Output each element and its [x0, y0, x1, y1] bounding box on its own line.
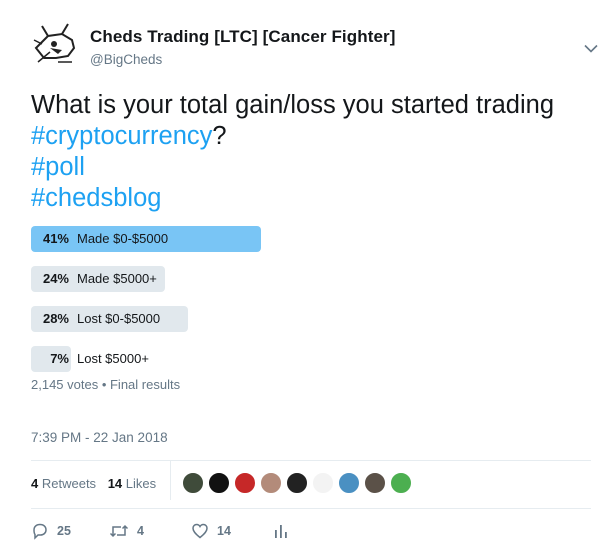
- likes-label: Likes: [125, 476, 157, 491]
- heart-icon: [192, 523, 208, 539]
- author-display-name[interactable]: Cheds Trading [LTC] [Cancer Fighter]: [90, 27, 396, 47]
- bull-sketch-avatar-icon[interactable]: [28, 18, 82, 72]
- author-block: Cheds Trading [LTC] [Cancer Fighter] @Bi…: [90, 27, 396, 67]
- poll-meta: 2,145 votes • Final results: [31, 377, 181, 392]
- divider: [31, 508, 591, 509]
- divider: [31, 460, 591, 461]
- poll-option-label: Made $5000+: [77, 271, 157, 286]
- poll-option-percent: 28%: [42, 311, 69, 326]
- poll-option-percent: 7%: [50, 351, 69, 366]
- reply-button[interactable]: 25: [31, 520, 71, 542]
- retweets-stat[interactable]: 4 Retweets: [31, 476, 96, 491]
- chevron-down-icon[interactable]: [584, 44, 598, 54]
- tweet-text-start: What is your total gain/loss you started…: [31, 91, 555, 119]
- liker-avatar[interactable]: [390, 472, 412, 494]
- liker-avatar[interactable]: [234, 472, 256, 494]
- retweet-count: 4: [137, 524, 144, 538]
- poll-option: 24% Made $5000+: [31, 266, 501, 292]
- poll-option: 7% Lost $5000+: [31, 346, 501, 372]
- poll-option-percent: 41%: [42, 231, 69, 246]
- poll: 41% Made $0-$5000 24% Made $5000+ 28% Lost $0…: [31, 226, 501, 386]
- tweet-header: Cheds Trading [LTC] [Cancer Fighter] @Bi…: [28, 18, 598, 74]
- author-handle[interactable]: @BigCheds: [90, 52, 396, 67]
- poll-option-percent: 24%: [42, 271, 69, 286]
- reply-count: 25: [57, 524, 71, 538]
- reply-icon: [33, 523, 47, 540]
- hashtag-poll-link[interactable]: #poll: [31, 153, 85, 181]
- tweet-text: What is your total gain/loss you started…: [31, 90, 571, 214]
- hashtag-cryptocurrency-link[interactable]: #cryptocurrency: [31, 122, 212, 150]
- hashtag-chedsblog-link[interactable]: #chedsblog: [31, 184, 161, 212]
- liker-avatar[interactable]: [260, 472, 282, 494]
- liker-avatar[interactable]: [364, 472, 386, 494]
- poll-option-label: Lost $5000+: [77, 351, 149, 366]
- tweet-actions: 25 4 14: [31, 520, 331, 542]
- poll-option: 28% Lost $0-$5000: [31, 306, 501, 332]
- poll-option-label: Made $0-$5000: [77, 231, 169, 246]
- analytics-bars-icon: [275, 525, 287, 538]
- likes-count: 14: [107, 476, 123, 491]
- tweet-timestamp[interactable]: 7:39 PM - 22 Jan 2018: [31, 430, 168, 445]
- liker-avatar[interactable]: [208, 472, 230, 494]
- retweets-label: Retweets: [41, 476, 97, 491]
- liker-avatar[interactable]: [312, 472, 334, 494]
- retweet-icon: [109, 524, 129, 538]
- liker-avatar[interactable]: [286, 472, 308, 494]
- retweets-count: 4: [31, 476, 39, 491]
- like-button[interactable]: 14: [191, 520, 231, 542]
- liker-avatar[interactable]: [182, 472, 204, 494]
- stats-separator: [170, 460, 171, 500]
- retweet-button[interactable]: 4: [109, 520, 144, 542]
- likes-stat[interactable]: 14 Likes: [108, 476, 156, 491]
- tweet-text-end: ?: [212, 122, 227, 150]
- analytics-button[interactable]: [273, 520, 289, 542]
- engagement-stats: 4 Retweets 14 Likes: [31, 476, 164, 496]
- like-count: 14: [217, 524, 231, 538]
- liker-avatar[interactable]: [338, 472, 360, 494]
- poll-option-label: Lost $0-$5000: [77, 311, 161, 326]
- poll-option: 41% Made $0-$5000: [31, 226, 501, 252]
